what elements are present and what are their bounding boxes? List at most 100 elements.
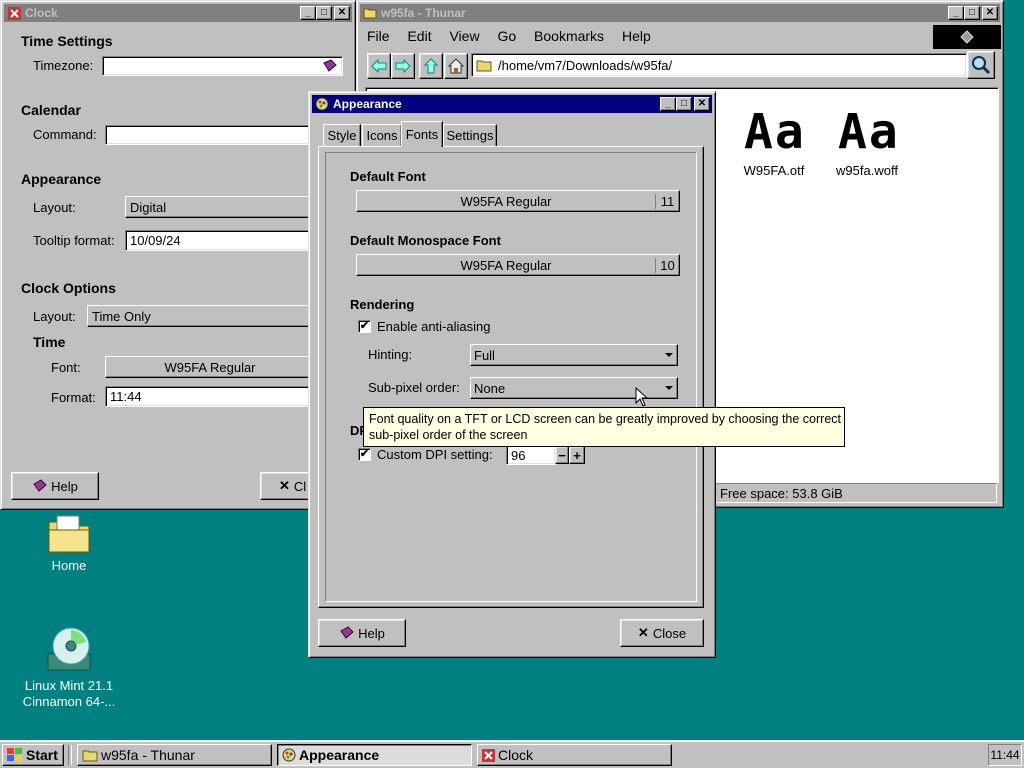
mono-font-header: Default Monospace Font [350, 233, 501, 248]
desktop-icon-home[interactable]: Home [34, 508, 104, 578]
format-label: Format: [51, 390, 96, 405]
menu-file[interactable]: File [367, 28, 390, 44]
back-arrow-icon [371, 59, 387, 73]
home-icon [448, 58, 464, 74]
command-input[interactable] [105, 125, 315, 145]
tooltip-format-input[interactable]: 10/09/24 [125, 230, 315, 251]
appearance-title: Appearance [333, 97, 402, 111]
default-font-name: W95FA Regular [460, 193, 552, 209]
timezone-label: Timezone: [33, 58, 94, 73]
appearance-app-icon [282, 748, 296, 762]
format-input[interactable]: 11:44 [105, 386, 315, 407]
tooltip-line-2: sub-pixel order of the screen [369, 428, 528, 442]
section-clock-options: Clock Options [21, 280, 116, 296]
menu-bookmarks[interactable]: Bookmarks [534, 28, 604, 44]
chevron-down-icon [665, 353, 673, 357]
hinting-combo[interactable]: Full [470, 344, 678, 366]
dpi-increase-button[interactable]: + [569, 446, 585, 464]
menu-view[interactable]: View [449, 28, 479, 44]
antialias-checkbox[interactable]: ✔ [358, 320, 371, 333]
font-preview-otf[interactable]: Aa [744, 108, 806, 156]
back-button[interactable] [367, 53, 391, 79]
desktop-icon-label-line2: Cinnamon 64-... [22, 694, 116, 709]
section-time: Time [33, 334, 66, 350]
close-window-button[interactable]: ✕ [982, 6, 998, 20]
appearance-close-button[interactable]: ✕ Close [620, 619, 704, 647]
menu-help[interactable]: Help [622, 28, 651, 44]
desktop-icon-linux-mint[interactable]: Linux Mint 21.1 Cinnamon 64-... [14, 622, 124, 712]
menu-edit[interactable]: Edit [407, 28, 431, 44]
home-button[interactable] [444, 53, 468, 79]
dpi-decrease-button[interactable]: − [555, 446, 569, 464]
tab-settings[interactable]: Settings [443, 124, 497, 146]
forward-arrow-icon [395, 59, 411, 73]
up-button[interactable] [419, 53, 443, 79]
options-layout-label: Layout: [33, 309, 76, 324]
tooltip-line-1: Font quality on a TFT or LCD screen can … [369, 412, 841, 426]
thunar-titlebar[interactable]: w95fa - Thunar _ □ ✕ [360, 4, 1000, 22]
appearance-titlebar[interactable]: Appearance _ □ ✕ [312, 95, 712, 113]
mouse-cursor-icon [635, 387, 649, 407]
task-thunar[interactable]: w95fa - Thunar [77, 744, 272, 766]
close-x-icon: ✕ [279, 478, 290, 493]
thunar-menubar: File Edit View Go Bookmarks Help [367, 28, 665, 44]
custom-dpi-checkbox[interactable]: ✔ [358, 448, 371, 461]
forward-button[interactable] [391, 53, 415, 79]
close-window-button[interactable]: ✕ [694, 97, 710, 111]
dpi-spin-input[interactable]: 96 [506, 445, 556, 465]
antialias-label[interactable]: Enable anti-aliasing [377, 319, 490, 334]
mono-font-size: 10 [655, 257, 679, 273]
folder-icon [476, 60, 492, 71]
appearance-help-button[interactable]: Help [318, 619, 406, 647]
custom-dpi-label[interactable]: Custom DPI setting: [377, 447, 493, 462]
hinting-label: Hinting: [368, 347, 413, 362]
desktop-icon-label-line1: Linux Mint 21.1 [24, 678, 114, 693]
folder-title-icon [363, 6, 377, 20]
start-button[interactable]: Start [2, 744, 64, 766]
default-font-header: Default Font [350, 169, 426, 184]
taskbar-separator [68, 745, 72, 765]
clock-title: Clock [25, 6, 58, 20]
minimize-button[interactable]: _ [660, 97, 676, 111]
location-bar[interactable]: /home/vm7/Downloads/w95fa/ [471, 53, 967, 77]
minimize-button[interactable]: _ [948, 6, 964, 20]
font-button[interactable]: W95FA Regular [105, 356, 315, 378]
maximize-button[interactable]: □ [676, 97, 692, 111]
book-icon[interactable] [322, 59, 338, 73]
maximize-button[interactable]: □ [964, 6, 980, 20]
tray-clock[interactable]: 11:44 [988, 744, 1022, 766]
chevron-down-icon [665, 386, 673, 390]
tab-style[interactable]: Style [323, 124, 361, 146]
throbber-icon [960, 30, 974, 44]
default-font-button[interactable]: W95FA Regular 11 [356, 190, 680, 212]
start-logo-icon [7, 748, 22, 761]
mono-font-button[interactable]: W95FA Regular 10 [356, 254, 680, 276]
folder-icon [48, 515, 90, 553]
section-calendar: Calendar [21, 102, 81, 118]
appearance-app-icon [315, 97, 329, 111]
close-window-button[interactable]: ✕ [334, 6, 350, 20]
tooltip-format-label: Tooltip format: [33, 233, 115, 248]
rendering-header: Rendering [350, 297, 415, 312]
search-button[interactable] [967, 51, 995, 79]
file-name-woff[interactable]: w95fa.woff [822, 163, 912, 178]
menu-go[interactable]: Go [497, 28, 516, 44]
status-bar: Free space: 53.8 GiB [715, 483, 997, 503]
help-book-icon [340, 626, 354, 639]
minimize-button[interactable]: _ [300, 6, 316, 20]
timezone-input[interactable] [102, 56, 343, 76]
clock-help-button[interactable]: Help [11, 472, 99, 500]
file-name-otf[interactable]: W95FA.otf [729, 163, 819, 178]
task-appearance[interactable]: Appearance [277, 744, 472, 766]
subpixel-tooltip: Font quality on a TFT or LCD screen can … [363, 407, 845, 447]
clock-titlebar[interactable]: Clock _ □ ✕ [4, 4, 352, 22]
help-book-icon [33, 479, 47, 492]
mono-font-name: W95FA Regular [460, 257, 552, 273]
tab-fonts[interactable]: Fonts [401, 121, 443, 147]
layout-combo[interactable]: Digital [125, 196, 315, 218]
task-clock[interactable]: Clock [477, 744, 672, 766]
tab-icons[interactable]: Icons [362, 124, 402, 146]
font-preview-woff[interactable]: Aa [838, 108, 900, 156]
options-layout-combo[interactable]: Time Only [87, 305, 315, 327]
maximize-button[interactable]: □ [316, 6, 332, 20]
